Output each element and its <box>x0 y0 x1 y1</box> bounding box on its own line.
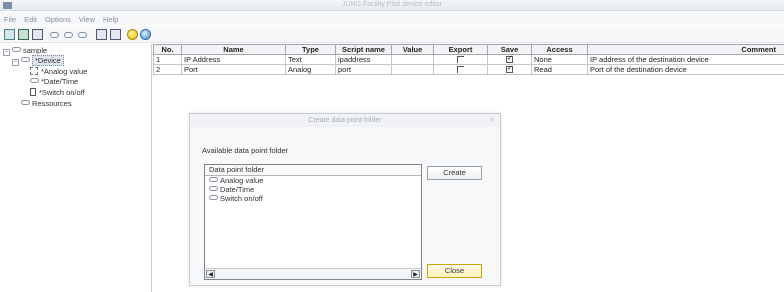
list-item[interactable]: Analog value <box>205 176 421 185</box>
export-checkbox[interactable] <box>457 66 464 73</box>
close-button[interactable]: Close <box>427 264 482 278</box>
save-icon[interactable] <box>32 29 43 40</box>
folder-icon <box>21 57 30 62</box>
cell-save[interactable] <box>487 64 532 75</box>
datapoint-icon <box>209 195 218 200</box>
switch-icon <box>30 88 36 96</box>
col-save[interactable]: Save <box>487 44 532 55</box>
menu-options[interactable]: Options <box>41 12 75 24</box>
tree-device[interactable]: − *Device <box>12 55 64 66</box>
info-icon[interactable] <box>140 29 151 40</box>
folder-icon <box>12 47 21 52</box>
cell-script[interactable]: port <box>335 64 392 75</box>
cell-name[interactable]: Port <box>181 64 286 75</box>
cell-save[interactable] <box>487 54 532 65</box>
folder-icon <box>21 100 30 105</box>
project-tree: − sample − *Device *Analog value *Date/Tim… <box>0 44 152 292</box>
col-type[interactable]: Type <box>285 44 336 55</box>
dialog-title: Create data point folder <box>190 114 500 127</box>
cell-name[interactable]: IP Address <box>181 54 286 65</box>
cell-access[interactable]: None <box>531 54 588 65</box>
tree-item-analog[interactable]: *Analog value <box>30 67 87 77</box>
warning-icon[interactable] <box>127 29 138 40</box>
col-comment[interactable]: Comment <box>587 44 784 55</box>
cell-type[interactable]: Text <box>285 54 336 65</box>
tree-item-switch[interactable]: *Switch on/off <box>30 88 85 98</box>
cell-no[interactable]: 2 <box>153 64 182 75</box>
collapse-icon[interactable]: − <box>12 59 19 66</box>
datapoint-icon <box>209 177 218 182</box>
menu-edit[interactable]: Edit <box>20 12 41 24</box>
create-button[interactable]: Create <box>427 166 482 180</box>
list-header[interactable]: Data point folder <box>205 165 421 176</box>
cell-script[interactable]: ipaddress <box>335 54 392 65</box>
col-export[interactable]: Export <box>433 44 488 55</box>
col-no[interactable]: No. <box>153 44 182 55</box>
create-folder-dialog: Create data point folder × Available dat… <box>189 113 501 286</box>
new-icon[interactable] <box>4 29 15 40</box>
cell-no[interactable]: 1 <box>153 54 182 65</box>
horizontal-scrollbar[interactable]: ◀ ▶ <box>205 268 421 279</box>
list-item[interactable]: Date/Time <box>205 185 421 194</box>
save-checkbox[interactable] <box>506 56 513 63</box>
cell-export[interactable] <box>433 64 488 75</box>
menu-file[interactable]: File <box>0 12 20 24</box>
col-name[interactable]: Name <box>181 44 286 55</box>
add-folder-icon[interactable] <box>50 32 59 38</box>
table-row[interactable]: 1 IP Address Text ipaddress None IP addr… <box>153 54 784 65</box>
datapoint-icon <box>30 78 39 83</box>
open-icon[interactable] <box>18 29 29 40</box>
col-script[interactable]: Script name <box>335 44 392 55</box>
window-alt-icon[interactable] <box>110 29 121 40</box>
datapoint-icon <box>209 186 218 191</box>
add-datapoint-icon[interactable] <box>64 32 73 38</box>
cell-value[interactable] <box>391 54 434 65</box>
window-title: JUNG Facility Pilot device editor <box>342 1 442 8</box>
cell-export[interactable] <box>433 54 488 65</box>
menu-bar: File Edit Options View Help <box>0 12 784 25</box>
col-value[interactable]: Value <box>391 44 434 55</box>
close-icon[interactable]: × <box>490 114 494 127</box>
cell-value[interactable] <box>391 64 434 75</box>
menu-view[interactable]: View <box>75 12 99 24</box>
export-checkbox[interactable] <box>457 56 464 63</box>
table-row[interactable]: 2 Port Analog port Read Port of the dest… <box>153 64 784 75</box>
scroll-left-icon[interactable]: ◀ <box>206 270 215 278</box>
tree-resources[interactable]: Ressources <box>21 99 72 109</box>
collapse-icon[interactable]: − <box>3 49 10 56</box>
folder-listbox[interactable]: Data point folder Analog value Date/Time… <box>204 164 422 280</box>
window-icon[interactable] <box>96 29 107 40</box>
save-checkbox[interactable] <box>506 66 513 73</box>
menu-help[interactable]: Help <box>99 12 122 24</box>
remove-icon[interactable] <box>78 32 87 38</box>
tree-item-datetime[interactable]: *Date/Time <box>30 77 78 87</box>
cell-comment[interactable]: IP address of the destination device <box>587 54 784 65</box>
cell-comment[interactable]: Port of the destination device <box>587 64 784 75</box>
list-item[interactable]: Switch on/off <box>205 194 421 203</box>
table-header: No. Name Type Script name Value Export S… <box>153 44 784 55</box>
col-access[interactable]: Access <box>531 44 588 55</box>
title-bar: JUNG Facility Pilot device editor <box>0 0 784 11</box>
toolbar <box>0 26 784 43</box>
dialog-label: Available data point folder <box>202 146 289 155</box>
cell-type[interactable]: Analog <box>285 64 336 75</box>
analog-icon <box>30 67 38 75</box>
scroll-right-icon[interactable]: ▶ <box>411 270 420 278</box>
cell-access[interactable]: Read <box>531 64 588 75</box>
